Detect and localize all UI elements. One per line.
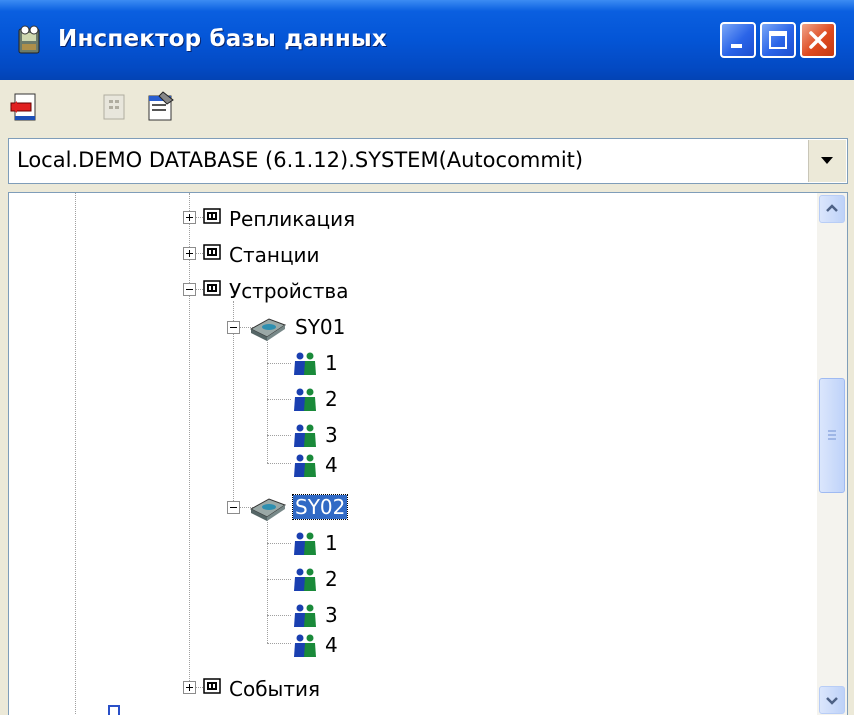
tree-guide-line	[75, 193, 76, 715]
close-icon	[809, 31, 827, 49]
scroll-thumb[interactable]	[819, 378, 845, 493]
minimize-button[interactable]	[720, 22, 756, 58]
expand-toggle[interactable]	[183, 247, 196, 260]
connection-select[interactable]: Local.DEMO DATABASE (6.1.12).SYSTEM(Auto…	[8, 138, 848, 184]
users-icon	[294, 634, 316, 657]
collapse-toggle[interactable]	[227, 501, 240, 514]
scroll-up-button[interactable]	[819, 195, 845, 223]
folder-icon	[203, 280, 221, 296]
users-icon	[294, 454, 316, 477]
properties-icon	[148, 91, 174, 121]
tree-guide-line	[267, 337, 268, 463]
disk-device-icon	[249, 318, 287, 341]
chevron-down-icon	[826, 697, 838, 705]
folder-icon	[203, 244, 221, 260]
chevron-down-icon	[821, 157, 833, 164]
chevron-up-icon	[826, 204, 838, 212]
expand-toggle[interactable]	[183, 211, 196, 224]
partial-tree-node-icon	[108, 705, 120, 715]
database-inspector-app-icon	[16, 25, 44, 55]
users-icon	[294, 532, 316, 555]
vertical-scrollbar[interactable]	[817, 193, 847, 715]
title-bar[interactable]: Инспектор базы данных	[0, 0, 854, 80]
disconnect-button[interactable]	[8, 90, 42, 124]
expand-toggle[interactable]	[183, 681, 196, 694]
maximize-button[interactable]	[760, 22, 796, 58]
folder-icon	[203, 208, 221, 224]
window-title: Инспектор базы данных	[58, 26, 387, 52]
minimize-icon	[731, 44, 742, 48]
collapse-toggle[interactable]	[227, 321, 240, 334]
users-icon	[294, 424, 316, 447]
form-icon	[103, 94, 125, 120]
users-icon	[294, 388, 316, 411]
tree-guide-line	[189, 193, 190, 687]
close-button[interactable]	[800, 22, 836, 58]
toolbar	[0, 80, 854, 134]
connection-select-value: Local.DEMO DATABASE (6.1.12).SYSTEM(Auto…	[17, 148, 584, 172]
users-icon	[294, 352, 316, 375]
grip-icon	[828, 430, 836, 440]
users-icon	[294, 604, 316, 627]
tree-guide-line	[267, 517, 268, 643]
database-tree[interactable]: Репликация Станции Устройства SY01 1 2 3…	[8, 192, 848, 715]
scroll-down-button[interactable]	[819, 686, 845, 714]
collapse-toggle[interactable]	[183, 283, 196, 296]
maximize-icon	[769, 31, 787, 49]
form-button[interactable]	[97, 90, 131, 124]
folder-icon	[203, 678, 221, 694]
properties-button[interactable]	[143, 90, 177, 124]
users-icon	[294, 568, 316, 591]
disconnect-icon	[10, 93, 36, 121]
connection-dropdown-button[interactable]	[808, 140, 846, 182]
disk-device-icon	[249, 498, 287, 521]
